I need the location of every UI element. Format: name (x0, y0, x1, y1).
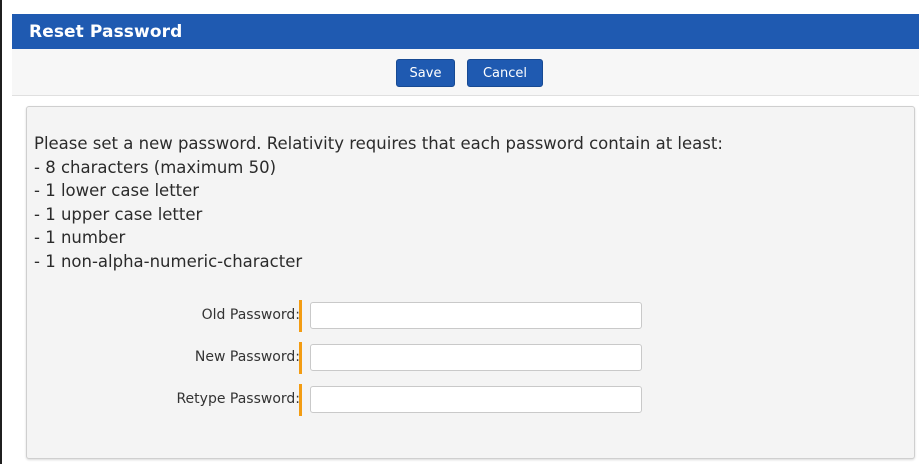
window-frame-edge (0, 0, 2, 464)
action-toolbar: Save Cancel (12, 49, 919, 96)
requirement-item: - 1 number (34, 228, 126, 247)
retype-password-row: Retype Password: (27, 384, 916, 416)
requirement-item: - 1 lower case letter (34, 181, 200, 200)
requirements-intro: Please set a new password. Relativity re… (34, 134, 723, 153)
required-field-marker (299, 342, 302, 374)
password-requirements: Please set a new password. Relativity re… (34, 132, 723, 273)
retype-password-input[interactable] (310, 386, 642, 413)
reset-password-panel: Please set a new password. Relativity re… (26, 106, 915, 459)
requirement-item: - 1 non-alpha-numeric-character (34, 251, 303, 271)
old-password-row: Old Password: (27, 300, 916, 332)
dialog-title: Reset Password (29, 21, 183, 42)
required-field-marker (299, 300, 302, 332)
save-button[interactable]: Save (396, 59, 455, 87)
retype-password-label: Retype Password: (176, 391, 300, 407)
new-password-row: New Password: (27, 342, 916, 374)
new-password-input[interactable] (310, 344, 642, 371)
requirement-item: - 1 upper case letter (34, 204, 203, 224)
required-field-marker (299, 384, 302, 416)
old-password-label: Old Password: (201, 307, 300, 323)
old-password-input[interactable] (310, 302, 642, 329)
dialog-title-bar: Reset Password (12, 14, 919, 49)
new-password-label: New Password: (194, 349, 300, 365)
cancel-button[interactable]: Cancel (467, 59, 543, 87)
requirement-item: - 8 characters (maximum 50) (34, 157, 277, 177)
